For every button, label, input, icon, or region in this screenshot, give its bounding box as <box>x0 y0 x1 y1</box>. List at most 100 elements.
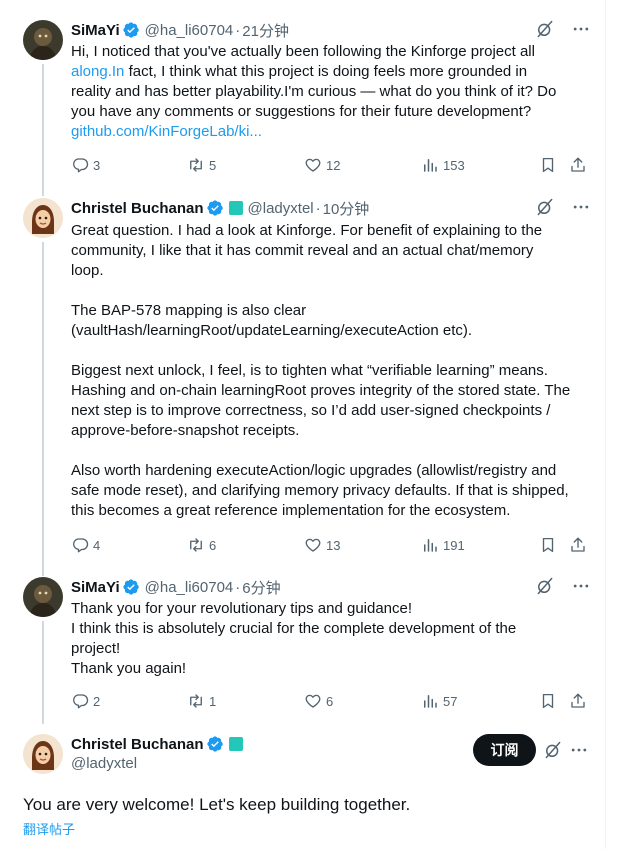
reply-tweet-1[interactable]: SiMaYi @ha_li60704 · 21分钟 Hi, I noticed … <box>0 0 606 188</box>
thread-line <box>42 188 44 196</box>
text-line: Hashing and on-chain learningRoot proves… <box>71 382 571 399</box>
repost-button[interactable]: 6 <box>187 535 216 555</box>
subscribe-button[interactable]: 订阅 <box>473 734 536 766</box>
github-link[interactable]: github.com/KinForgeLab/ki... <box>71 123 262 140</box>
thread-line <box>42 574 44 576</box>
text-line-with-link: along.In fact, I think what this project… <box>71 62 591 82</box>
grok-icon[interactable] <box>542 739 564 761</box>
reply-button[interactable]: 3 <box>71 155 100 175</box>
focused-tweet: Christel Buchanan @ladyxtel 订阅 You are v… <box>0 734 606 849</box>
text-line: (vaultHash/learningRoot/updateLearning/e… <box>71 322 473 339</box>
like-count: 6 <box>326 693 334 709</box>
timestamp[interactable]: 10分钟 <box>323 198 370 219</box>
org-badge-icon[interactable] <box>228 201 243 215</box>
text-line: Great question. I had a look at Kinforge… <box>71 222 543 239</box>
thread-line <box>42 621 44 724</box>
inline-link[interactable]: along.In <box>71 63 124 80</box>
tweet-header: Christel Buchanan <box>71 734 243 754</box>
views-icon <box>421 536 439 554</box>
share-icon <box>569 156 587 174</box>
author-handle[interactable]: @ladyxtel <box>248 200 314 217</box>
more-icon[interactable] <box>570 18 592 40</box>
text-line: Hi, I noticed that you've actually been … <box>71 43 535 60</box>
text-line: Thank you again! <box>71 660 187 677</box>
text-line: project! <box>71 640 121 657</box>
thread-line <box>42 64 44 188</box>
share-button[interactable] <box>569 155 587 175</box>
views-button[interactable]: 153 <box>421 155 465 175</box>
author-name[interactable]: Christel Buchanan <box>71 736 204 753</box>
timestamp[interactable]: 6分钟 <box>242 577 280 598</box>
view-count: 191 <box>443 537 465 553</box>
text-line: safe mode reset), and clarifying memory … <box>71 482 569 499</box>
share-icon <box>569 536 587 554</box>
text-line: community, I like that it has commit rev… <box>71 242 534 259</box>
reply-button[interactable]: 2 <box>71 691 100 711</box>
views-button[interactable]: 191 <box>421 535 465 555</box>
text-line: Also worth hardening executeAction/logic… <box>71 462 557 479</box>
reply-tweet-3[interactable]: SiMaYi @ha_li60704 · 6分钟 Thank you for y… <box>0 574 606 724</box>
like-button[interactable]: 13 <box>304 535 340 555</box>
avatar-simayi[interactable] <box>23 20 63 60</box>
verified-icon <box>206 199 224 217</box>
action-bar: 4 6 13 191 <box>71 535 591 555</box>
more-icon[interactable] <box>570 575 592 597</box>
reply-count: 2 <box>93 693 101 709</box>
grok-icon[interactable] <box>534 196 556 218</box>
avatar-christel[interactable] <box>23 198 63 238</box>
tweet-header: SiMaYi @ha_li60704 · 6分钟 <box>71 577 592 597</box>
org-badge-icon[interactable] <box>228 737 243 751</box>
views-button[interactable]: 57 <box>421 691 457 711</box>
grok-icon[interactable] <box>534 18 556 40</box>
share-button[interactable] <box>569 535 587 555</box>
author-name[interactable]: SiMaYi <box>71 22 120 39</box>
reply-icon <box>71 536 89 554</box>
tweet-header: SiMaYi @ha_li60704 · 21分钟 <box>71 20 592 40</box>
author-handle[interactable]: @ha_li60704 <box>145 22 234 39</box>
avatar-christel[interactable] <box>23 734 63 774</box>
bookmark-button[interactable] <box>539 691 557 711</box>
repost-count: 1 <box>209 693 217 709</box>
reply-tweet-2[interactable]: Christel Buchanan @ladyxtel · 10分钟 Great… <box>0 188 606 574</box>
reply-button[interactable]: 4 <box>71 535 100 555</box>
text-line: this becomes a great reference implement… <box>71 502 511 519</box>
like-count: 13 <box>326 537 341 553</box>
author-handle[interactable]: @ladyxtel <box>71 755 137 772</box>
tweet-header: Christel Buchanan @ladyxtel · 10分钟 <box>71 198 592 218</box>
text-line: I think this is absolutely crucial for t… <box>71 620 517 637</box>
like-button[interactable]: 12 <box>304 155 340 175</box>
author-name[interactable]: Christel Buchanan <box>71 200 204 217</box>
tweet-text: You are very welcome! Let's keep buildin… <box>23 795 411 814</box>
tweet-text: Thank you for your revolutionary tips an… <box>71 599 591 679</box>
grok-icon[interactable] <box>534 575 556 597</box>
bookmark-icon <box>539 536 557 554</box>
repost-count: 5 <box>209 157 217 173</box>
reply-count: 4 <box>93 537 101 553</box>
share-icon <box>569 692 587 710</box>
repost-count: 6 <box>209 537 217 553</box>
text-line: The BAP-578 mapping is also clear <box>71 302 307 319</box>
separator-dot: · <box>235 21 241 39</box>
reply-icon <box>71 692 89 710</box>
repost-button[interactable]: 5 <box>187 155 216 175</box>
reply-count: 3 <box>93 157 101 173</box>
timestamp[interactable]: 21分钟 <box>242 20 289 41</box>
translate-link[interactable]: 翻译帖子 <box>23 819 75 838</box>
avatar-simayi[interactable] <box>23 577 63 617</box>
like-button[interactable]: 6 <box>304 691 333 711</box>
repost-button[interactable]: 1 <box>187 691 216 711</box>
text-line: Thank you for your revolutionary tips an… <box>71 600 413 617</box>
action-bar: 2 1 6 57 <box>71 691 591 711</box>
share-button[interactable] <box>569 691 587 711</box>
more-icon[interactable] <box>568 739 590 761</box>
text-line: loop. <box>71 262 104 279</box>
verified-icon <box>122 21 140 39</box>
author-name[interactable]: SiMaYi <box>71 579 120 596</box>
like-count: 12 <box>326 157 341 173</box>
author-handle[interactable]: @ha_li60704 <box>145 579 234 596</box>
bookmark-button[interactable] <box>539 535 557 555</box>
tweet-text: Great question. I had a look at Kinforge… <box>71 221 591 521</box>
verified-icon <box>206 735 224 753</box>
more-icon[interactable] <box>570 196 592 218</box>
bookmark-button[interactable] <box>539 155 557 175</box>
